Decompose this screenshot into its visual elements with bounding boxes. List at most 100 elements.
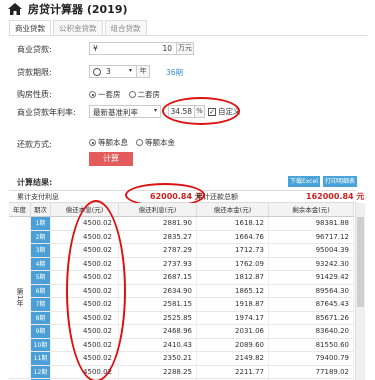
interest-cell: 2581.15 [119,298,197,311]
year-cell: 第1年 [9,217,31,377]
table-header-row: 年度 期次 偿还本息(元) 偿还利息(元) 偿还本金(元) 剩余本金(元) [9,203,354,217]
radio-equal-principal[interactable]: 等额本金 [136,137,175,148]
tab-provident-fund-loan[interactable]: 公积金贷款 [53,20,103,36]
remaining-cell: 81550.60 [269,338,354,351]
radio-dot-icon [89,91,96,98]
interest-cell: 2468.96 [119,325,197,338]
remaining-cell: 85671.26 [269,311,354,324]
year-label: 第1年 [16,287,24,307]
principal-cell: 1918.87 [197,298,269,311]
table-row: 11期 4500.02 2350.21 2149.82 79400.79 [9,352,354,366]
principal-cell: 1762.09 [197,257,269,270]
table-row: 3期 4500.02 2787.29 1712.73 95004.39 [9,244,354,258]
repay-method-radios: 等额本息 等额本金 [89,137,183,148]
period-cell: 5期 [31,271,51,284]
rate-highlight-annotation [162,97,240,125]
header-year: 年度 [9,203,31,216]
table-row: 4期 4500.02 2737.93 1762.09 93242.30 [9,257,354,271]
table-row: 10期 4500.02 2410.43 2089.60 81550.60 [9,338,354,352]
remaining-cell: 83640.20 [269,325,354,338]
table-row: 7期 4500.02 2581.15 1918.87 87645.43 [9,298,354,312]
principal-cell: 2031.06 [197,325,269,338]
period-cell: 1期 [31,217,51,230]
table-scrollbar[interactable] [355,203,365,380]
header-period: 期次 [31,203,51,216]
home-type-label: 购房性质: [17,90,52,99]
export-excel-button[interactable]: 下载Excel [288,176,320,187]
principal-cell: 2089.60 [197,338,269,351]
principal-cell: 1974.17 [197,311,269,324]
calculate-button[interactable]: 计算 [89,152,133,166]
period-cell: 7期 [31,298,51,311]
period-cell: 3期 [31,244,51,257]
table-row: 2期 4500.02 2835.27 1664.76 96717.12 [9,230,354,244]
tab-commercial-loan[interactable]: 商业贷款 [9,20,51,36]
principal-cell: 1664.76 [197,230,269,243]
principal-cell: 1712.73 [197,244,269,257]
app-title: 房贷计算器 (2019) [28,3,128,16]
loan-amount-value: 10 [162,44,172,53]
tab-combined-loan[interactable]: 组合贷款 [104,20,147,36]
interest-cell: 2288.25 [119,365,197,378]
interest-cell: 2350.21 [119,352,197,365]
loan-type-tabs: 商业贷款 公积金贷款 组合贷款 [9,20,149,36]
repay-method-label: 还款方式: [17,140,52,149]
loan-amount-label: 商业贷款: [17,45,52,54]
interest-rate-label: 商业贷款年利率: [17,108,76,117]
remaining-cell: 77189.02 [269,365,354,378]
remaining-cell: 93242.30 [269,257,354,270]
header-interest: 偿还利息(元) [119,203,197,216]
radio-dot-icon [136,139,143,146]
loan-term-unit: 年 [136,65,150,78]
scrollbar-thumb[interactable] [357,217,364,307]
principal-cell: 1618.12 [197,217,269,230]
principal-cell: 2149.82 [197,352,269,365]
home-icon[interactable] [8,3,22,15]
app-header: 房贷计算器 (2019) [0,0,375,18]
period-cell: 11期 [31,352,51,365]
loan-term-label: 贷款期限: [17,68,52,77]
radio-first-home[interactable]: 一套房 [89,89,121,100]
principal-cell: 1865.12 [197,284,269,297]
interest-cell: 2410.43 [119,338,197,351]
results-section-label: 计算结果: [17,178,53,187]
remaining-cell: 95004.39 [269,244,354,257]
chevron-down-icon: ▾ [128,67,132,74]
principal-cell: 2211.77 [197,365,269,378]
tab-divider [9,35,367,36]
loan-amount-input[interactable]: ¥ 10 [89,42,177,55]
remaining-cell: 87645.43 [269,298,354,311]
loan-term-value: 3 [106,67,111,76]
print-details-button[interactable]: 打印明细表 [323,176,357,187]
payment-column-highlight-annotation [66,200,126,380]
radio-equal-installment[interactable]: 等额本息 [89,137,128,148]
loan-amount-unit: 万元 [176,42,194,55]
interest-cell: 2737.93 [119,257,197,270]
amortization-table: 年度 期次 偿还本息(元) 偿还利息(元) 偿还本金(元) 剩余本金(元) 1期… [9,203,354,380]
radio-dot-icon [89,139,96,146]
total-repay-value: 162000.84 元 [306,192,365,201]
table-row: 5期 4500.02 2687.15 1812.87 91429.42 [9,271,354,285]
rate-type-value: 最新基准利率 [93,108,138,117]
remaining-cell: 98381.88 [269,217,354,230]
clock-icon [93,68,101,76]
period-cell: 4期 [31,257,51,270]
header-principal: 偿还本金(元) [197,203,269,216]
interest-cell: 2835.27 [119,230,197,243]
principal-cell: 1812.87 [197,271,269,284]
remaining-cell: 89564.30 [269,284,354,297]
period-cell: 8期 [31,311,51,324]
table-row: 9期 4500.02 2468.96 2031.06 83640.20 [9,325,354,339]
remaining-cell: 96717.12 [269,230,354,243]
table-row: 6期 4500.02 2634.90 1865.12 89564.30 [9,284,354,298]
interest-cell: 2634.90 [119,284,197,297]
period-cell: 2期 [31,230,51,243]
period-cell: 10期 [31,338,51,351]
loan-term-select[interactable]: 3 ▾ [89,65,137,78]
interest-cell: 2525.85 [119,311,197,324]
radio-second-home[interactable]: 二套房 [128,89,160,100]
period-cell: 12期 [31,365,51,378]
period-cell: 6期 [31,284,51,297]
header-remaining: 剩余本金(元) [269,203,354,216]
rate-type-select[interactable]: 最新基准利率 ▾ [89,105,161,118]
